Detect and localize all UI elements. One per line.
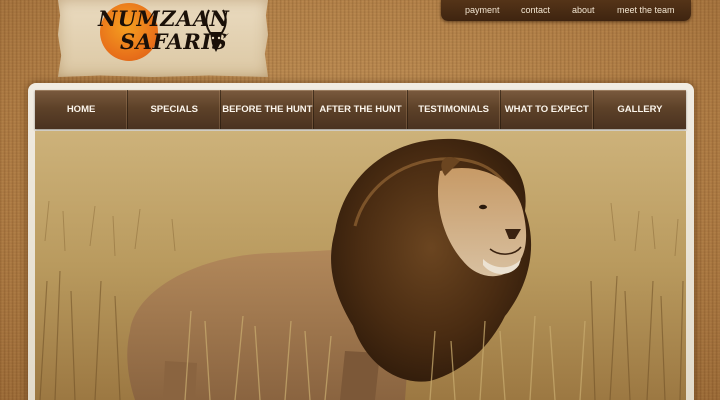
nav-what-to-expect[interactable]: WHAT TO EXPECT — [501, 90, 594, 129]
nav-after-the-hunt[interactable]: AFTER THE HUNT — [314, 90, 408, 129]
top-nav-payment[interactable]: payment — [465, 5, 500, 15]
nav-testimonials[interactable]: TESTIMONIALS — [408, 90, 501, 129]
nav-home[interactable]: HOME — [35, 90, 129, 129]
main-nav: HOME SPECIALS BEFORE THE HUNT AFTER THE … — [35, 90, 686, 129]
nav-specials[interactable]: SPECIALS — [128, 90, 222, 129]
top-utility-nav: payment contact about meet the team — [441, 0, 691, 21]
top-nav-contact[interactable]: contact — [521, 5, 550, 15]
nav-before-the-hunt[interactable]: BEFORE THE HUNT — [221, 90, 315, 129]
antelope-icon — [203, 9, 229, 52]
nav-gallery[interactable]: GALLERY — [594, 90, 686, 129]
lion-photo-icon — [35, 131, 686, 400]
hero-image — [35, 131, 686, 400]
top-nav-meet-the-team[interactable]: meet the team — [617, 5, 675, 15]
top-nav-about[interactable]: about — [572, 5, 595, 15]
site-logo[interactable]: NUMZAAN SAFARIS — [58, 0, 268, 77]
